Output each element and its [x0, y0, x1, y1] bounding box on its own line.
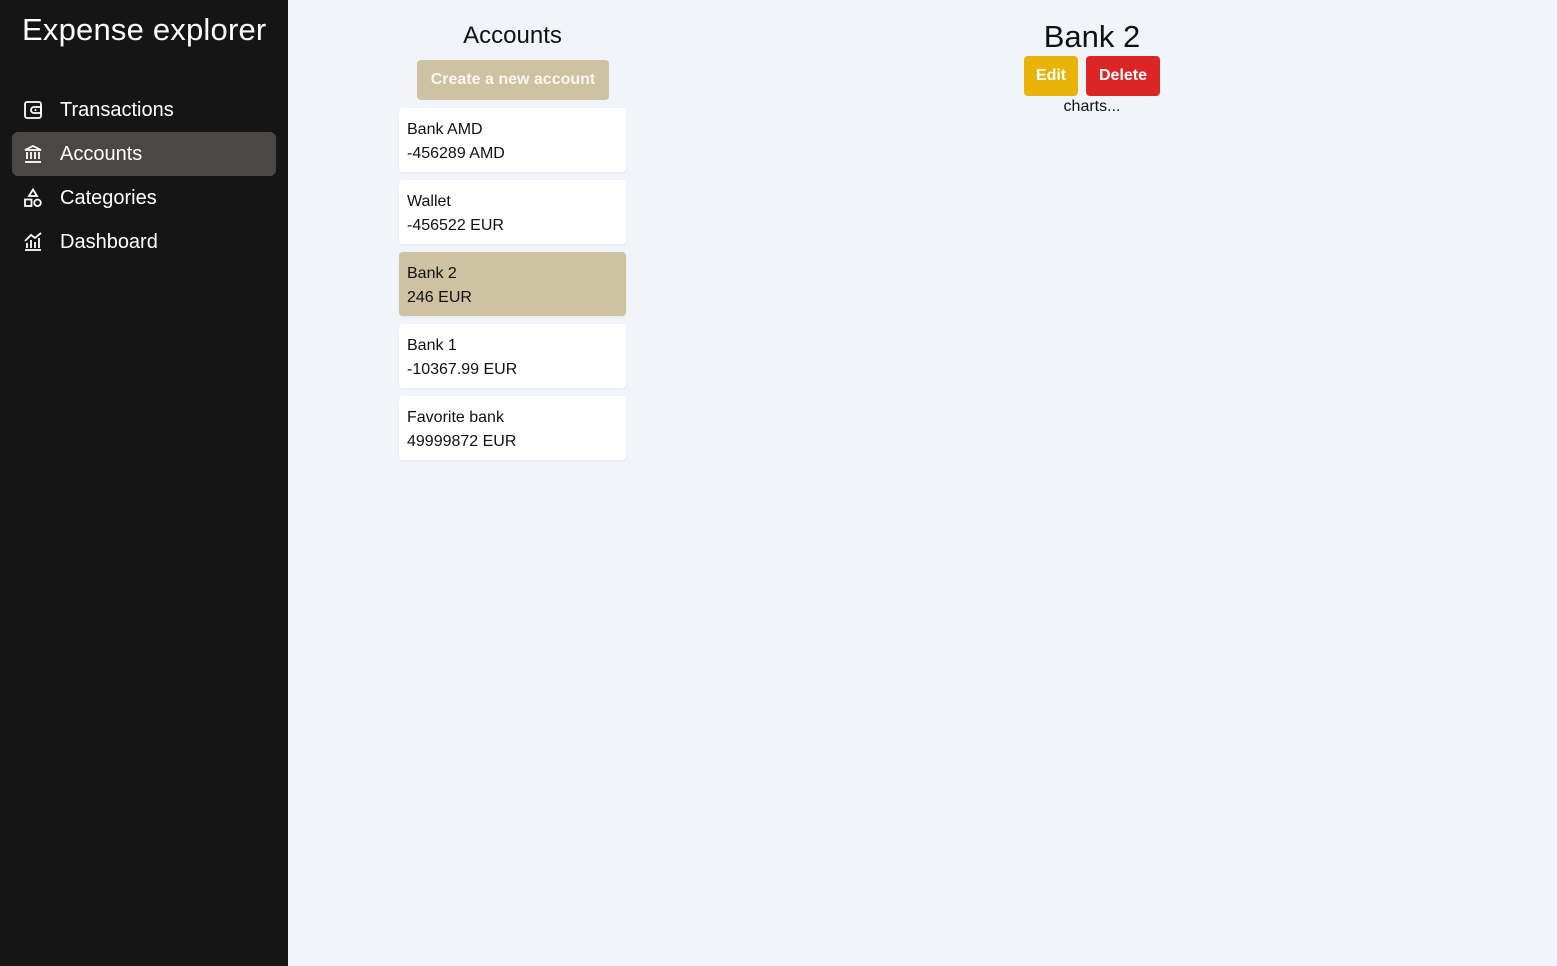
- account-name: Favorite bank: [407, 409, 504, 426]
- accounts-heading: Accounts: [463, 22, 562, 49]
- account-card[interactable]: Bank AMD -456289 AMD: [399, 108, 626, 172]
- sidebar: Expense explorer Transactions Accounts C…: [0, 0, 288, 966]
- create-account-button[interactable]: Create a new account: [417, 60, 609, 100]
- sidebar-item-accounts[interactable]: Accounts: [12, 132, 276, 176]
- account-name: Bank AMD: [407, 121, 483, 138]
- account-card[interactable]: Bank 1 -10367.99 EUR: [399, 324, 626, 388]
- sidebar-item-transactions[interactable]: Transactions: [12, 88, 276, 132]
- account-card[interactable]: Wallet -456522 EUR: [399, 180, 626, 244]
- edit-button[interactable]: Edit: [1024, 56, 1078, 96]
- account-detail-title: Bank 2: [1043, 19, 1141, 54]
- sidebar-item-dashboard[interactable]: Dashboard: [12, 220, 276, 264]
- account-balance: -10367.99 EUR: [407, 361, 518, 378]
- account-balance: 49999872 EUR: [407, 433, 517, 450]
- sidebar-item-label: Categories: [60, 186, 157, 209]
- shapes-icon: [22, 187, 44, 209]
- sidebar-item-label: Transactions: [60, 98, 174, 121]
- account-card-selected[interactable]: Bank 2 246 EUR: [399, 252, 626, 316]
- sidebar-item-categories[interactable]: Categories: [12, 176, 276, 220]
- sidebar-item-label: Dashboard: [60, 230, 158, 253]
- sidebar-nav: Transactions Accounts Categories Dashboa…: [12, 88, 276, 264]
- account-card[interactable]: Favorite bank 49999872 EUR: [399, 396, 626, 460]
- account-balance: -456522 EUR: [407, 217, 504, 234]
- delete-button[interactable]: Delete: [1086, 56, 1160, 96]
- account-actions: Edit Delete: [1024, 56, 1160, 96]
- account-balance: -456289 AMD: [407, 145, 505, 162]
- sidebar-item-label: Accounts: [60, 142, 143, 165]
- bank-icon: [22, 143, 44, 165]
- account-name: Wallet: [407, 193, 451, 210]
- app-title: Expense explorer: [22, 12, 267, 47]
- account-balance: 246 EUR: [407, 289, 472, 306]
- account-list: Bank AMD -456289 AMD Wallet -456522 EUR …: [399, 108, 626, 468]
- account-name: Bank 1: [407, 337, 457, 354]
- account-name: Bank 2: [407, 265, 457, 282]
- wallet-icon: [22, 99, 44, 121]
- chart-icon: [22, 231, 44, 253]
- charts-placeholder: charts...: [1063, 98, 1121, 115]
